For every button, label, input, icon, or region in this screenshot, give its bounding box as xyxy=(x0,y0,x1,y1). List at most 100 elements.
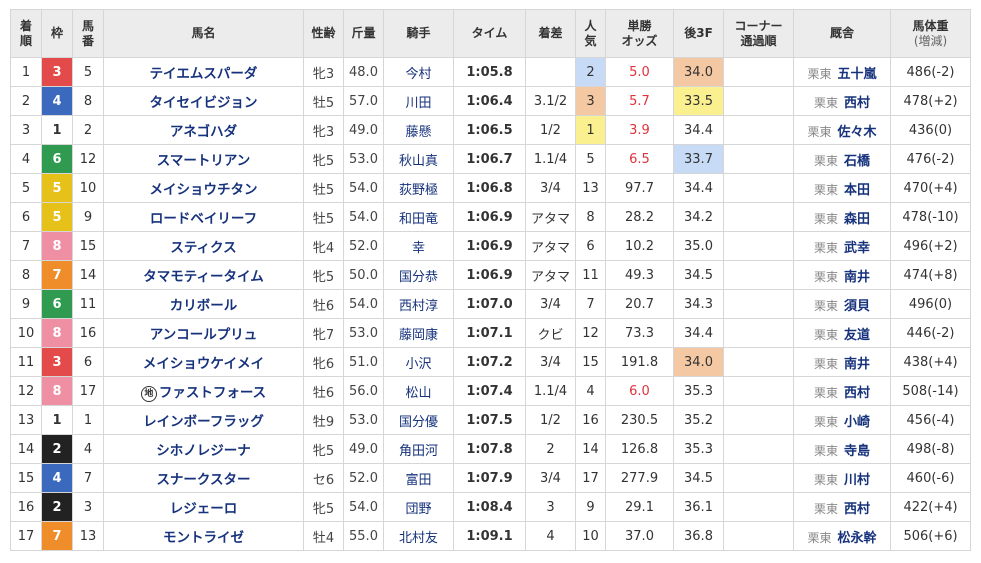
trainer-region: 栗東 xyxy=(813,414,838,429)
horse-number: 15 xyxy=(72,231,104,261)
jockey-link[interactable]: 藤岡康 xyxy=(383,318,454,348)
horse-name-link[interactable]: テイエムスパーダ xyxy=(103,57,304,87)
finish-time: 1:07.1 xyxy=(453,318,526,348)
horse-name-link[interactable]: アンコールプリュ xyxy=(103,318,304,348)
trainer-link[interactable]: 友道 xyxy=(844,328,870,343)
sex-age: 牝5 xyxy=(303,260,344,290)
finish-time: 1:06.8 xyxy=(453,173,526,203)
carried-weight: 51.0 xyxy=(343,347,384,377)
horse-name-link[interactable]: タイセイビジョン xyxy=(103,86,304,116)
horse-name-link[interactable]: スティクス xyxy=(103,231,304,261)
trainer-link[interactable]: 武幸 xyxy=(844,241,870,256)
corner-positions xyxy=(723,434,794,464)
header-horse[interactable]: 馬名 xyxy=(103,9,304,58)
carried-weight: 52.0 xyxy=(343,231,384,261)
jockey-link[interactable]: 北村友 xyxy=(383,521,454,551)
horse-name-link[interactable]: レジェーロ xyxy=(103,492,304,522)
jockey-link[interactable]: 今村 xyxy=(383,57,454,87)
horse-name-link[interactable]: アネゴハダ xyxy=(103,115,304,145)
finish-time: 1:07.0 xyxy=(453,289,526,319)
jockey-link[interactable]: 角田河 xyxy=(383,434,454,464)
carried-weight: 56.0 xyxy=(343,376,384,406)
horse-name-link[interactable]: 地ファストフォース xyxy=(103,376,304,406)
margin: 1/2 xyxy=(525,405,576,435)
jockey-link[interactable]: 秋山真 xyxy=(383,144,454,174)
trainer-link[interactable]: 西村 xyxy=(844,96,870,111)
popularity: 8 xyxy=(575,202,606,232)
trainer-link[interactable]: 南井 xyxy=(844,357,870,372)
margin: 3/4 xyxy=(525,463,576,493)
jockey-link[interactable]: 和田竜 xyxy=(383,202,454,232)
jockey-link[interactable]: 国分恭 xyxy=(383,260,454,290)
trainer-link[interactable]: 西村 xyxy=(844,502,870,517)
trainer-link[interactable]: 寺島 xyxy=(844,444,870,459)
corner-positions xyxy=(723,86,794,116)
finish-time: 1:07.5 xyxy=(453,405,526,435)
horse-name-link[interactable]: カリボール xyxy=(103,289,304,319)
horse-name-link[interactable]: スマートリアン xyxy=(103,144,304,174)
frame-number: 7 xyxy=(41,521,73,551)
body-weight: 460(-6) xyxy=(890,463,971,493)
horse-name-link[interactable]: シホノレジーナ xyxy=(103,434,304,464)
horse-name-link[interactable]: メイショウチタン xyxy=(103,173,304,203)
trainer-region: 栗東 xyxy=(813,472,838,487)
jockey-link[interactable]: 藤懸 xyxy=(383,115,454,145)
jockey-link[interactable]: 国分優 xyxy=(383,405,454,435)
trainer-link[interactable]: 松永幹 xyxy=(838,531,877,546)
header-trainer[interactable]: 厩舎 xyxy=(793,9,891,58)
jockey-link[interactable]: 団野 xyxy=(383,492,454,522)
header-sex-age[interactable]: 性齢 xyxy=(303,9,344,58)
header-number[interactable]: 馬番 xyxy=(72,9,104,58)
trainer-link[interactable]: 南井 xyxy=(844,270,870,285)
header-finish[interactable]: 着順 xyxy=(10,9,42,58)
horse-name-link[interactable]: ロードベイリーフ xyxy=(103,202,304,232)
horse-name-link[interactable]: モントライゼ xyxy=(103,521,304,551)
margin xyxy=(525,57,576,87)
jockey-link[interactable]: 西村淳 xyxy=(383,289,454,319)
header-jockey[interactable]: 騎手 xyxy=(383,9,454,58)
horse-name-link[interactable]: レインボーフラッグ xyxy=(103,405,304,435)
header-weight[interactable]: 斤量 xyxy=(343,9,384,58)
trainer-link[interactable]: 森田 xyxy=(844,212,870,227)
jockey-link[interactable]: 富田 xyxy=(383,463,454,493)
header-time[interactable]: タイム xyxy=(453,9,526,58)
horse-number: 13 xyxy=(72,521,104,551)
header-odds[interactable]: 単勝 オッズ xyxy=(605,9,674,58)
trainer-cell: 栗東 西村 xyxy=(793,376,891,406)
trainer-link[interactable]: 石橋 xyxy=(844,154,870,169)
corner-positions xyxy=(723,347,794,377)
horse-name-link[interactable]: スナークスター xyxy=(103,463,304,493)
trainer-link[interactable]: 須貝 xyxy=(844,299,870,314)
jockey-link[interactable]: 荻野極 xyxy=(383,173,454,203)
trainer-region: 栗東 xyxy=(813,269,838,284)
trainer-region: 栗東 xyxy=(813,356,838,371)
trainer-link[interactable]: 佐々木 xyxy=(838,125,877,140)
header-last3f[interactable]: 後3F xyxy=(673,9,724,58)
trainer-link[interactable]: 五十嵐 xyxy=(838,67,877,82)
jockey-link[interactable]: 小沢 xyxy=(383,347,454,377)
header-popularity[interactable]: 人気 xyxy=(575,9,606,58)
header-bodyweight[interactable]: 馬体重 (増減) xyxy=(890,9,971,58)
win-odds: 73.3 xyxy=(605,318,674,348)
trainer-link[interactable]: 川村 xyxy=(844,473,870,488)
last-3f: 34.2 xyxy=(673,202,724,232)
header-frame[interactable]: 枠 xyxy=(41,9,73,58)
trainer-link[interactable]: 西村 xyxy=(844,386,870,401)
table-row: 3 1 2 アネゴハダ 牝3 49.0 藤懸 1:06.5 1/2 1 3.9 … xyxy=(10,115,971,145)
jockey-link[interactable]: 松山 xyxy=(383,376,454,406)
frame-number: 6 xyxy=(41,144,73,174)
table-header-row: 着順 枠 馬番 馬名 性齢 斤量 騎手 タイム 着差 人気 単勝 オッズ 後3F … xyxy=(10,9,971,58)
header-corner: コーナー 通過順 xyxy=(723,9,794,58)
trainer-link[interactable]: 本田 xyxy=(844,183,870,198)
jockey-link[interactable]: 川田 xyxy=(383,86,454,116)
trainer-cell: 栗東 五十嵐 xyxy=(793,57,891,87)
horse-name-link[interactable]: メイショウケイメイ xyxy=(103,347,304,377)
last-3f: 34.3 xyxy=(673,289,724,319)
horse-name-link[interactable]: タマモティータイム xyxy=(103,260,304,290)
sex-age: 牝5 xyxy=(303,434,344,464)
table-row: 2 4 8 タイセイビジョン 牡5 57.0 川田 1:06.4 3.1/2 3… xyxy=(10,86,971,116)
win-odds: 5.7 xyxy=(605,86,674,116)
jockey-link[interactable]: 幸 xyxy=(383,231,454,261)
header-margin[interactable]: 着差 xyxy=(525,9,576,58)
trainer-link[interactable]: 小崎 xyxy=(844,415,870,430)
